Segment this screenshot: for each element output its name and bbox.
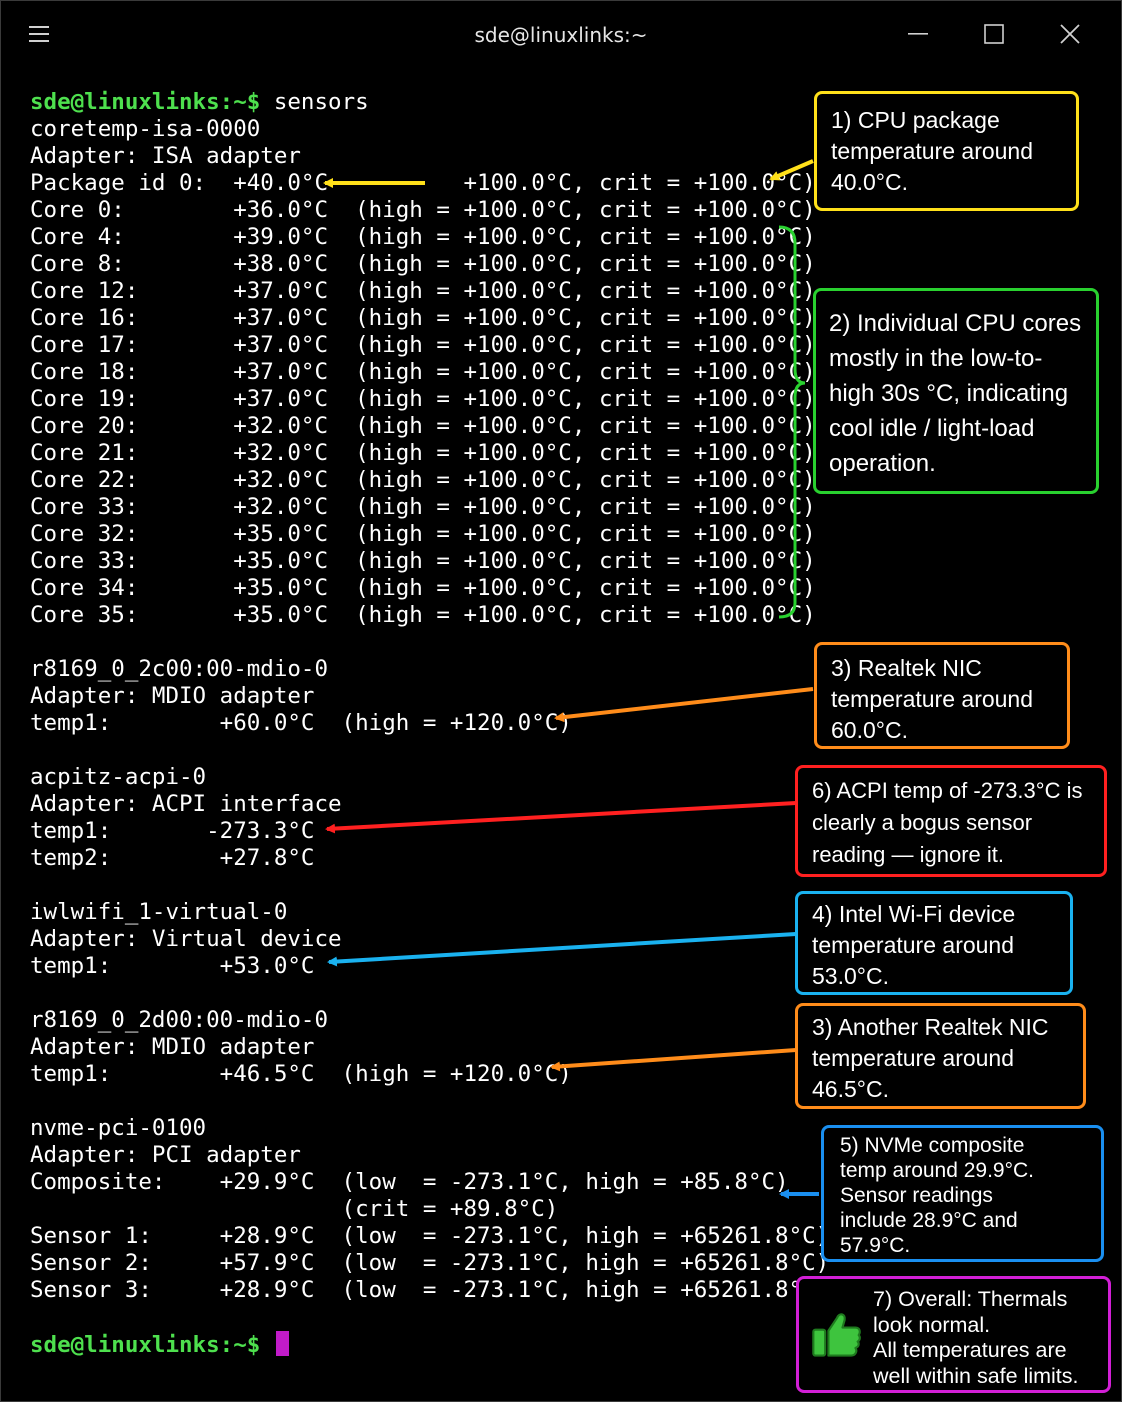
annotation-text: 4) Intel Wi-Fi device temperature around… — [812, 901, 1016, 989]
terminal-window: sde@linuxlinks:~ sde@linuxlinks:~$ senso… — [0, 0, 1122, 1402]
annotation-text: 6) ACPI temp of -273.3°C is clearly a bo… — [812, 778, 1083, 867]
arrow-acpi — [325, 801, 797, 834]
annotation-text: 1) CPU package temperature around 40.0°C… — [831, 107, 1034, 195]
annotation-realtek-nic: 3) Realtek NIC temperature around 60.0°C… — [814, 642, 1070, 749]
arrow-note-1 — [769, 159, 814, 181]
annotation-acpi-bogus: 6) ACPI temp of -273.3°C is clearly a bo… — [795, 765, 1107, 877]
annotation-text: 7) Overall: Thermals look normal. All te… — [873, 1287, 1079, 1388]
arrow-wifi — [327, 932, 797, 967]
annotation-cpu-package: 1) CPU package temperature around 40.0°C… — [814, 91, 1079, 211]
arrow-realtek-1 — [554, 687, 814, 723]
annotation-text: 3) Realtek NIC temperature around 60.0°C… — [831, 655, 1034, 743]
annotation-another-realtek: 3) Another Realtek NIC temperature aroun… — [795, 1003, 1086, 1109]
annotation-wifi-device: 4) Intel Wi-Fi device temperature around… — [795, 891, 1073, 995]
annotation-cpu-cores: 2) Individual CPU cores mostly in the lo… — [813, 288, 1099, 494]
annotation-overall: 7) Overall: Thermals look normal. All te… — [796, 1276, 1111, 1393]
annotation-text: 2) Individual CPU cores mostly in the lo… — [829, 310, 1082, 477]
annotation-text: 3) Another Realtek NIC temperature aroun… — [812, 1014, 1049, 1102]
arrow-realtek-2 — [550, 1048, 797, 1072]
annotation-nvme: 5) NVMe composite temp around 29.9°C. Se… — [821, 1125, 1104, 1262]
annotation-text: 5) NVMe composite temp around 29.9°C. Se… — [840, 1134, 1035, 1257]
core-bracket — [778, 225, 806, 619]
thumbs-up-icon — [812, 1313, 861, 1357]
